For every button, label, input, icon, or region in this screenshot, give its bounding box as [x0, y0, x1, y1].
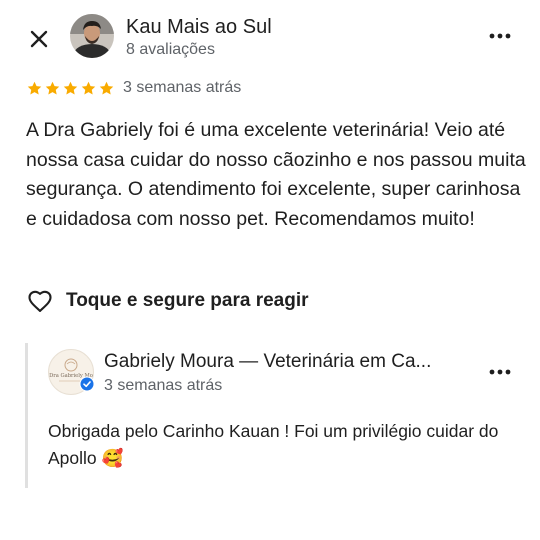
star-rating [26, 80, 115, 98]
reply-indent-bar [25, 343, 28, 488]
author-name[interactable]: Kau Mais ao Sul [126, 16, 272, 39]
star-icon [27, 81, 42, 95]
close-button[interactable] [22, 22, 56, 56]
more-vert-icon [489, 33, 511, 39]
star-icon [63, 81, 78, 95]
author-avatar[interactable] [70, 14, 114, 58]
star-icon [81, 81, 96, 95]
owner-name[interactable]: Gabriely Moura — Veterinária em Ca... [104, 351, 474, 373]
verified-badge-icon [79, 376, 95, 392]
star-icon [99, 81, 114, 95]
review-date: 3 semanas atrás [123, 79, 242, 96]
review-text: A Dra Gabriely foi é uma excelente veter… [26, 119, 526, 230]
more-vert-icon [489, 369, 511, 375]
close-icon [30, 30, 48, 48]
react-button[interactable]: Toque e segure para reagir [26, 286, 309, 316]
star-icon [45, 81, 60, 95]
react-label: Toque e segure para reagir [66, 290, 309, 311]
author-review-count: 8 avaliações [126, 41, 215, 58]
reply-date: 3 semanas atrás [104, 377, 223, 394]
review-more-button[interactable] [484, 26, 516, 46]
heart-outline-icon [28, 290, 52, 312]
reply-more-button[interactable] [484, 362, 516, 382]
reply-text: Obrigada pelo Carinho Kauan ! Foi um pri… [48, 421, 499, 468]
